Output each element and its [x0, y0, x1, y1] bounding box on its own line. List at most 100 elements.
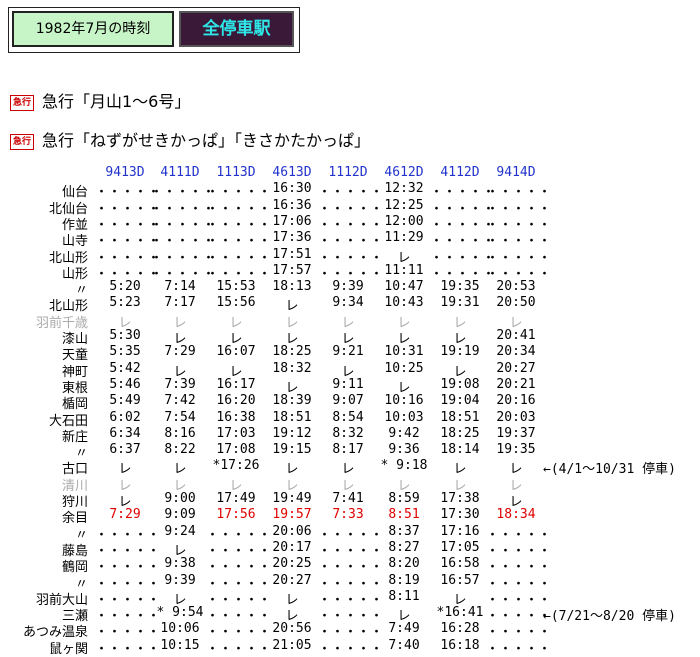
time-cell: 18:39 [272, 393, 312, 409]
time-cell: 11:11 [384, 262, 424, 278]
train-line-label[interactable]: 急行「ねずがせきかっぱ」「きさかたかっぱ」 [42, 131, 370, 150]
time-cell: 7:54 [164, 409, 196, 425]
time-cell: 8:22 [164, 442, 196, 458]
time-cell: 16:20 [216, 393, 256, 409]
time-cell: * 9:54 [156, 605, 204, 621]
all-stations-button[interactable]: 全停車駅 [179, 11, 294, 47]
time-cell: 17:49 [216, 491, 256, 506]
time-cell: 6:37 [109, 442, 141, 458]
table-row: 北仙台 ・・・・・ ・・・・・ ・・・・・ 16:36 ・・・・・ 12:25 ・・・・・ ・・… [0, 197, 700, 217]
time-cell: 10:15 [160, 637, 200, 653]
time-cell: 17:08 [216, 442, 256, 458]
table-row: 清川レレレレレレレレ [0, 475, 700, 494]
train-line-gassan[interactable]: 急行 急行「月山1～6号」 [10, 88, 190, 112]
time-cell: 7:42 [164, 393, 196, 409]
time-cell: 8:17 [332, 442, 364, 458]
time-cell: 9:42 [388, 425, 420, 441]
time-cell: 10:43 [384, 295, 424, 311]
time-cell: 19:57 [272, 507, 312, 523]
time-cell: 7:33 [332, 507, 364, 523]
time-cell: 5:49 [109, 393, 141, 409]
table-row: 新庄 6:34 8:16 17:03 19:12 8:32 9:42 18:25 19:37 [0, 425, 700, 445]
time-cell: 5:23 [109, 295, 141, 311]
time-cell: 8:19 [388, 572, 420, 588]
time-cell: 20:17 [272, 539, 312, 555]
train-number[interactable]: 4112D [430, 165, 490, 180]
time-cell: 16:57 [440, 572, 480, 588]
time-cell: 18:51 [272, 409, 312, 425]
time-cell: 9:24 [164, 523, 196, 539]
time-cell: 17:38 [440, 491, 480, 506]
table-row: 神町 5:42 レレ 18:32 レ 10:25 レ 20:27 [0, 361, 700, 380]
express-badge-icon: 急行 [10, 134, 34, 150]
time-cell: 19:35 [440, 279, 480, 295]
time-cell: 5:20 [109, 279, 141, 295]
table-row: 余目 7:29 9:09 17:56 19:57 7:33 8:51 17:30 18:34 [0, 507, 700, 526]
time-cell: 19:31 [440, 295, 480, 311]
time-cell: 9:39 [164, 572, 196, 588]
time-cell: 17:05 [440, 539, 480, 555]
time-cell: 10:16 [384, 393, 424, 409]
table-row: 〃・・・・・ 9:39 ・・・・・ 20:27 ・・・・・ 8:19 16:57 ・・・・・ [0, 572, 700, 592]
table-row: 仙台 ・・・・・ ・・・・・ ・・・・・ 16:30 ・・・・・ 12:32 ・・・・・ ・・・… [0, 181, 700, 200]
time-cell: 16:07 [216, 344, 256, 360]
train-number[interactable]: 4612D [374, 165, 434, 180]
time-cell: 7:29 [164, 344, 196, 360]
table-row: 〃・・・・・ 9:24 ・・・・・ 20:06 ・・・・・ 8:37 17:16 ・・・・・ [0, 523, 700, 543]
train-line-kappa[interactable]: 急行 急行「ねずがせきかっぱ」「きさかたかっぱ」 [10, 127, 370, 151]
table-row: 藤島 ・・・・・レ・・・・・ 20:17 ・・・・・ 8:27 17:05 ・・・・・ [0, 539, 700, 559]
train-number[interactable]: 1113D [206, 165, 266, 180]
table-row: 北山形 5:23 7:17 15:56 レ 9:34 10:43 19:31 20:50 [0, 295, 700, 314]
time-cell: 10:06 [160, 621, 200, 637]
time-cell: 6:02 [109, 409, 141, 425]
time-cell: * 9:18 [380, 458, 428, 474]
time-cell: 6:34 [109, 425, 141, 441]
table-row: 〃 5:20 7:14 15:53 18:13 9:39 10:47 19:35 20:53 [0, 279, 700, 298]
time-cell: 12:25 [384, 197, 424, 213]
time-cell: 16:38 [216, 409, 256, 425]
time-cell: 5:30 [109, 328, 141, 343]
time-cell: 19:19 [440, 344, 480, 360]
time-cell: 12:00 [384, 213, 424, 229]
table-row: 羽前千歳レレレレレレレレ [0, 312, 700, 331]
time-cell: 20:21 [496, 376, 536, 392]
time-cell: 21:05 [272, 637, 312, 653]
time-cell: 20:34 [496, 344, 536, 360]
time-cell: 19:35 [496, 442, 536, 458]
time-cell: 5:46 [109, 376, 141, 392]
time-cell: 17:36 [272, 230, 312, 246]
time-cell: 17:03 [216, 425, 256, 441]
train-number[interactable]: 9413D [95, 165, 155, 180]
table-row: 山形 ・・・・・ ・・・・・ ・・・・・ 17:57 ・・・・・ 11:11 ・・・・・ ・・・… [0, 262, 700, 282]
header-panel: 1982年7月の時刻 全停車駅 [8, 7, 300, 53]
train-line-label[interactable]: 急行「月山1～6号」 [42, 92, 190, 111]
time-cell: 9:36 [388, 442, 420, 458]
table-row: 鶴岡 ・・・・・ 9:38 ・・・・・ 20:25 ・・・・・ 8:20 16:58 ・・・・・ [0, 556, 700, 575]
time-cell: 8:32 [332, 425, 364, 441]
table-row: 狩川レ 9:00 17:49 19:49 7:41 8:59 17:38 レ [0, 491, 700, 510]
time-cell: 16:28 [440, 621, 480, 637]
time-cell: *16:41 [436, 605, 484, 621]
table-row: 鼠ヶ関 ・・・・・ 10:15 ・・・・・ 21:05 ・・・・・ 7:40 16:18 ・・・… [0, 637, 700, 657]
time-cell: 9:11 [332, 376, 364, 392]
table-row: 三瀬 ・・・・・ * 9:54 ・・・・・レ・・・・・レ *16:41 ・・・・・ ←(7/… [0, 605, 700, 624]
table-row: あつみ温泉 ・・・・・ 10:06 ・・・・・ 20:56 ・・・・・ 7:49 16:28 ・… [0, 621, 700, 640]
table-row: 山寺 ・・・・・ ・・・・・ ・・・・・ 17:36 ・・・・・ 11:29 ・・・・・ ・・・… [0, 230, 700, 249]
time-cell: 17:16 [440, 523, 480, 539]
time-cell: 20:03 [496, 409, 536, 425]
train-number[interactable]: 1112D [318, 165, 378, 180]
time-cell: 19:37 [496, 425, 536, 441]
table-row: 大石田 6:02 7:54 16:38 18:51 8:54 10:03 18:51 20:03 [0, 409, 700, 429]
time-cell: 20:25 [272, 556, 312, 572]
time-cell: 10:31 [384, 344, 424, 360]
time-cell: 9:09 [164, 507, 196, 523]
time-cell: 9:07 [332, 393, 364, 409]
time-cell: 16:17 [216, 376, 256, 392]
time-cell: 19:15 [272, 442, 312, 458]
time-cell: 17:56 [216, 507, 256, 523]
time-cell: 17:57 [272, 262, 312, 278]
train-number[interactable]: 9414D [486, 165, 546, 180]
time-cell: 20:50 [496, 295, 536, 311]
train-number[interactable]: 4613D [262, 165, 322, 180]
train-number[interactable]: 4111D [150, 165, 210, 180]
